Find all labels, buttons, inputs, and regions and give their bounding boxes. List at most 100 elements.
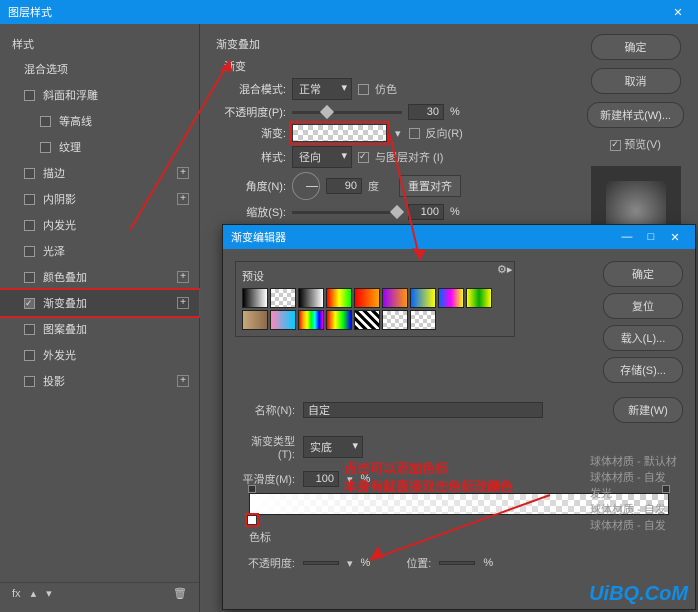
opacity-slider[interactable] bbox=[292, 111, 402, 114]
blend-mode-dropdown[interactable]: 正常 bbox=[292, 78, 352, 100]
stop-pos-input[interactable] bbox=[439, 561, 475, 565]
style-outer-glow[interactable]: 外发光 bbox=[0, 342, 199, 368]
smooth-input[interactable]: 100 bbox=[303, 471, 339, 487]
style-texture[interactable]: 纹理 bbox=[0, 134, 199, 160]
style-label: 样式: bbox=[216, 149, 286, 165]
style-pattern-overlay[interactable]: 图案叠加 bbox=[0, 316, 199, 342]
stop-pos-label: 位置: bbox=[406, 555, 431, 571]
cancel-button[interactable]: 取消 bbox=[591, 68, 681, 94]
minimize-button[interactable]: — bbox=[615, 231, 639, 243]
scale-slider[interactable] bbox=[292, 211, 402, 214]
arrow-up-icon[interactable]: ▴ bbox=[31, 587, 37, 600]
dither-label: 仿色 bbox=[375, 81, 397, 97]
new-style-button[interactable]: 新建样式(W)... bbox=[587, 102, 684, 128]
trash-icon[interactable]: 🗑 bbox=[173, 587, 187, 600]
add-icon[interactable]: + bbox=[177, 167, 189, 179]
reset-align-button[interactable]: 重置对齐 bbox=[399, 175, 461, 197]
style-stroke[interactable]: 描边+ bbox=[0, 160, 199, 186]
gradient-swatch[interactable] bbox=[292, 124, 387, 142]
style-inner-glow[interactable]: 内发光 bbox=[0, 212, 199, 238]
name-input[interactable] bbox=[303, 402, 543, 418]
angle-dial[interactable] bbox=[292, 172, 320, 200]
ge-new-button[interactable]: 新建(W) bbox=[613, 397, 683, 423]
preset-swatch[interactable] bbox=[382, 310, 408, 330]
style-drop-shadow[interactable]: 投影+ bbox=[0, 368, 199, 394]
background-layer-list: 球体材质 - 默认材球体材质 - 自发发光球体材质 - 自发球体材质 - 自发 bbox=[590, 454, 677, 534]
preset-swatch[interactable] bbox=[410, 310, 436, 330]
ge-reset-button[interactable]: 复位 bbox=[603, 293, 683, 319]
preset-swatch[interactable] bbox=[354, 310, 380, 330]
style-contour[interactable]: 等高线 bbox=[0, 108, 199, 134]
preset-swatch[interactable] bbox=[410, 288, 436, 308]
add-icon[interactable]: + bbox=[177, 271, 189, 283]
chevron-down-icon[interactable]: ▾ bbox=[393, 127, 403, 140]
add-icon[interactable]: + bbox=[177, 297, 189, 309]
watermark: UiBQ.CoM bbox=[589, 583, 688, 606]
style-dropdown[interactable]: 径向 bbox=[292, 146, 352, 168]
type-dropdown[interactable]: 实底 bbox=[303, 436, 363, 458]
type-label: 渐变类型(T): bbox=[235, 433, 295, 461]
preset-swatch[interactable] bbox=[326, 310, 352, 330]
maximize-button[interactable]: □ bbox=[639, 231, 663, 243]
smooth-label: 平滑度(M): bbox=[235, 471, 295, 487]
preset-swatch[interactable] bbox=[382, 288, 408, 308]
preset-swatch[interactable] bbox=[298, 310, 324, 330]
ge-load-button[interactable]: 载入(L)... bbox=[603, 325, 683, 351]
gear-icon[interactable]: ⚙▸ bbox=[497, 263, 512, 276]
stop-opacity-label: 不透明度: bbox=[235, 555, 295, 571]
preset-swatch[interactable] bbox=[298, 288, 324, 308]
blend-options-item[interactable]: 混合选项 bbox=[0, 56, 199, 82]
opacity-label: 不透明度(P): bbox=[216, 104, 286, 120]
align-label: 与图层对齐 (I) bbox=[375, 149, 443, 165]
style-satin[interactable]: 光泽 bbox=[0, 238, 199, 264]
dither-checkbox[interactable] bbox=[358, 84, 369, 95]
gradient-editor-dialog: 渐变编辑器 — □ ✕ 预设 bbox=[222, 224, 696, 610]
opacity-input[interactable]: 30 bbox=[408, 104, 444, 120]
preset-swatch[interactable] bbox=[242, 310, 268, 330]
preset-swatch[interactable] bbox=[354, 288, 380, 308]
styles-sidebar: 样式 混合选项 斜面和浮雕 等高线 纹理 描边+ 内阴影+ 内发光 光泽 颜色叠… bbox=[0, 24, 200, 612]
chevron-down-icon[interactable]: ▾ bbox=[347, 557, 353, 570]
preset-swatch[interactable] bbox=[270, 310, 296, 330]
color-stop[interactable] bbox=[247, 515, 257, 525]
preset-swatch[interactable] bbox=[326, 288, 352, 308]
angle-label: 角度(N): bbox=[216, 178, 286, 194]
ge-ok-button[interactable]: 确定 bbox=[603, 261, 683, 287]
name-label: 名称(N): bbox=[235, 402, 295, 418]
ok-button[interactable]: 确定 bbox=[591, 34, 681, 60]
reverse-checkbox[interactable] bbox=[409, 128, 420, 139]
stops-label: 色标 bbox=[235, 529, 271, 545]
styles-heading: 样式 bbox=[0, 32, 199, 56]
add-icon[interactable]: + bbox=[177, 193, 189, 205]
degree-label: 度 bbox=[368, 178, 379, 194]
window-title: 图层样式 bbox=[8, 4, 52, 20]
ge-save-button[interactable]: 存储(S)... bbox=[603, 357, 683, 383]
angle-input[interactable]: 90 bbox=[326, 178, 362, 194]
stop-opacity-input[interactable] bbox=[303, 561, 339, 565]
fx-label: fx bbox=[12, 588, 21, 600]
reverse-label: 反向(R) bbox=[426, 125, 463, 141]
preset-grid bbox=[242, 288, 508, 330]
style-bevel[interactable]: 斜面和浮雕 bbox=[0, 82, 199, 108]
presets-panel: 预设 bbox=[235, 261, 515, 337]
style-gradient-overlay[interactable]: 渐变叠加+ bbox=[0, 290, 199, 316]
style-inner-shadow[interactable]: 内阴影+ bbox=[0, 186, 199, 212]
preview-checkbox[interactable] bbox=[610, 140, 621, 151]
arrow-down-icon[interactable]: ▾ bbox=[46, 587, 52, 600]
preset-swatch[interactable] bbox=[242, 288, 268, 308]
ge-close-button[interactable]: ✕ bbox=[663, 231, 687, 244]
blend-mode-label: 混合模式: bbox=[216, 81, 286, 97]
add-icon[interactable]: + bbox=[177, 375, 189, 387]
preset-swatch[interactable] bbox=[466, 288, 492, 308]
scale-label: 缩放(S): bbox=[216, 204, 286, 220]
chevron-down-icon[interactable]: ▾ bbox=[347, 473, 353, 486]
preset-swatch[interactable] bbox=[270, 288, 296, 308]
ge-title: 渐变编辑器 bbox=[231, 229, 286, 245]
presets-label: 预设 bbox=[242, 268, 508, 284]
align-checkbox[interactable] bbox=[358, 152, 369, 163]
window-close-button[interactable]: ✕ bbox=[666, 0, 690, 24]
opacity-stop[interactable] bbox=[248, 485, 256, 493]
scale-input[interactable]: 100 bbox=[408, 204, 444, 220]
style-color-overlay[interactable]: 颜色叠加+ bbox=[0, 264, 199, 290]
preset-swatch[interactable] bbox=[438, 288, 464, 308]
